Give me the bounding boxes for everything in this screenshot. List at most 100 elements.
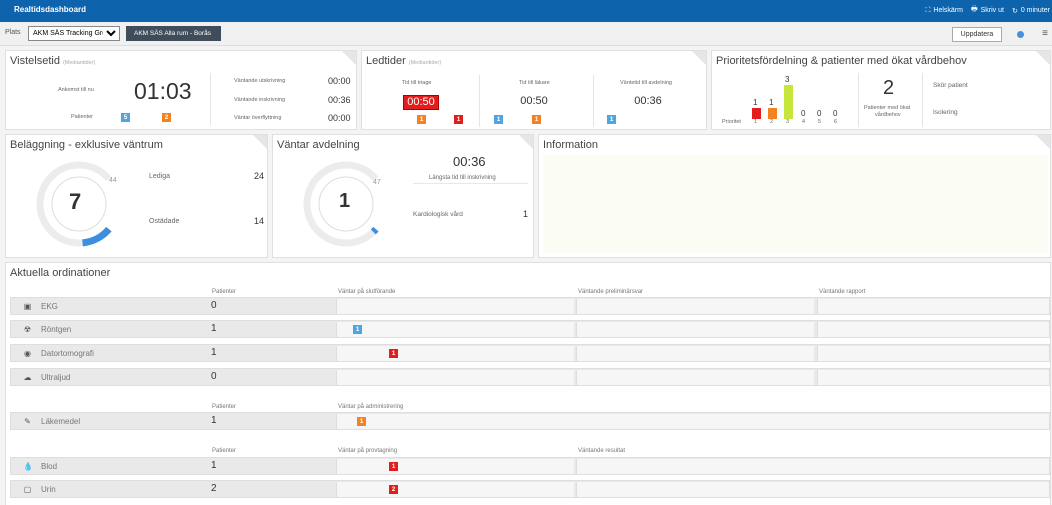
vantar-overflyttning-label: Väntar överflyttning [234,115,282,121]
tid-triage-badge-orange[interactable]: 1 [417,115,426,124]
prio-axis-tick: 6 [834,119,838,125]
urin-badge[interactable]: 2 [389,485,398,494]
patienter-badge-blue[interactable]: 5 [121,113,130,122]
prio-axis-tick: 2 [770,119,774,125]
lakemedel-badge[interactable]: 1 [357,417,366,426]
panel-corner-icon[interactable] [692,51,706,65]
ordination-row-datortomografi[interactable]: ◉ Datortomografi 1 1 [10,344,1050,362]
ct-scanner-icon: ◉ [24,349,31,358]
menu-icon[interactable]: ≡ [1042,28,1048,39]
col-header-patienter: Patienter [212,404,237,410]
prio-bar-3[interactable] [784,85,793,119]
avdelning-title: Väntar avdelning [277,139,360,151]
ordination-name: EKG [41,302,58,311]
table-cell [576,322,814,337]
ordination-row-blod[interactable]: 💧 Blod 1 1 [10,457,1050,475]
divider [210,73,211,125]
fullscreen-label: Helskärm [933,7,963,14]
ordination-count: 2 [211,483,217,494]
datortomografi-badge[interactable]: 1 [389,349,398,358]
vantande-inskrivning-value: 00:36 [328,95,351,105]
information-title: Information [543,139,599,151]
help-icon[interactable] [1017,31,1024,38]
toolbar: Plats AKM SÄS Tracking Group AKM SÄS All… [0,22,1052,46]
lediga-label: Lediga [149,173,171,180]
ordination-row-rontgen[interactable]: ☢ Röntgen 1 1 [10,320,1050,338]
print-label: Skriv ut [980,7,1004,14]
ordination-count: 0 [211,300,217,311]
radiation-icon: ☢ [23,325,32,334]
ordination-row-urin[interactable]: ▢ Urin 2 2 [10,480,1050,498]
kardio-label: Kardiologisk vård [413,211,463,218]
ordination-name: Läkemedel [41,417,81,426]
prio-count-label: 1 [753,97,758,107]
table-cell [817,322,1049,337]
refresh-button[interactable]: ↻ 0 minuter [1012,7,1050,15]
table-cell [576,370,814,385]
panel-corner-icon[interactable] [342,51,356,65]
ordinationer-title: Aktuella ordinationer [10,267,111,279]
prio-bar-1[interactable] [752,107,761,119]
table-cell [576,459,1049,474]
print-button[interactable]: 🖶 Skriv ut [971,5,1004,16]
col-header-vantar-slutforande: Väntar på slutförande [338,289,396,295]
panel-corner-icon[interactable] [1036,135,1050,149]
ordination-count: 1 [211,323,217,334]
printer-icon: 🖶 [970,6,978,13]
rontgen-badge[interactable]: 1 [353,325,362,334]
titlebar-actions: ⛶ Helskärm 🖶 Skriv ut ↻ 0 minuter [926,5,1050,16]
ordination-count: 1 [211,415,217,426]
prioritet-title: Prioritetsfördelning & patienter med öka… [716,55,967,67]
ankomst-label: Ankomst till nu [58,87,94,93]
patienter-badge-orange[interactable]: 2 [162,113,171,122]
prio-count-label: 3 [785,75,790,84]
gauge-fill [82,226,112,247]
refresh-icon: ↻ [1011,7,1018,15]
vantetid-avdelning-label: Väntetid till avdelning [620,80,672,86]
divider [593,75,594,127]
blod-badge[interactable]: 1 [389,462,398,471]
vistelsetid-title: Vistelsetid (Mediantider) [10,55,96,67]
urine-cup-icon: ▢ [23,485,32,494]
prio-count-label: 1 [769,97,774,107]
table-cell: 1 [336,459,574,474]
panel-corner-icon[interactable] [253,135,267,149]
avdelning-time-label: Längsta tid till inskrivning [429,175,496,181]
prio-axis-tick: 5 [818,119,822,125]
prio-bar-2[interactable] [768,107,777,119]
ostadade-label: Ostädade [149,218,180,225]
col-header-vantande-resultat: Väntande resultat [578,448,626,454]
tid-lakare-badge-orange[interactable]: 1 [532,115,541,124]
panel-corner-icon[interactable] [1036,51,1050,65]
vantetid-avdelning-badge-blue[interactable]: 1 [607,115,616,124]
tid-triage-badge-red[interactable]: 1 [454,115,463,124]
fullscreen-button[interactable]: ⛶ Helskärm [926,7,963,15]
ordination-row-ultraljud[interactable]: ☁ Ultraljud 0 [10,368,1050,386]
col-header-patienter: Patienter [212,289,237,295]
fullscreen-icon: ⛶ [925,6,931,14]
col-header-vantande-preliminarsvar: Väntande preliminärsvar [578,289,644,295]
room-tab[interactable]: AKM SÄS Alla rum - Borås [126,26,221,41]
ordination-row-ekg[interactable]: ▣ EKG 0 [10,297,1050,315]
prioritet-bar-chart: 1 1 3 0 0 0 [748,73,848,119]
table-cell: 1 [336,414,1049,429]
refresh-label: 0 minuter [1020,7,1050,14]
col-header-patienter: Patienter [212,448,237,454]
ordination-row-lakemedel[interactable]: ✎ Läkemedel 1 1 [10,412,1050,430]
prio-axis-tick: 1 [754,119,758,125]
tid-lakare-label: Tid till läkare [519,80,550,86]
tid-lakare-badge-blue[interactable]: 1 [494,115,503,124]
update-button[interactable]: Uppdatera [952,27,1002,42]
ordination-count: 1 [211,347,217,358]
prio-count-label: 0 [817,109,822,118]
table-cell [817,370,1049,385]
ekg-icon: ▣ [23,302,32,311]
plats-select[interactable]: AKM SÄS Tracking Group [28,26,120,41]
divider [858,73,859,127]
belaggning-center-value: 7 [69,189,82,214]
panel-corner-icon[interactable] [519,135,533,149]
table-cell [576,346,814,361]
app-title: Realtidsdashboard [14,5,87,14]
vantar-overflyttning-value: 00:00 [328,113,351,123]
tid-triage-value: 00:50 [403,95,439,110]
